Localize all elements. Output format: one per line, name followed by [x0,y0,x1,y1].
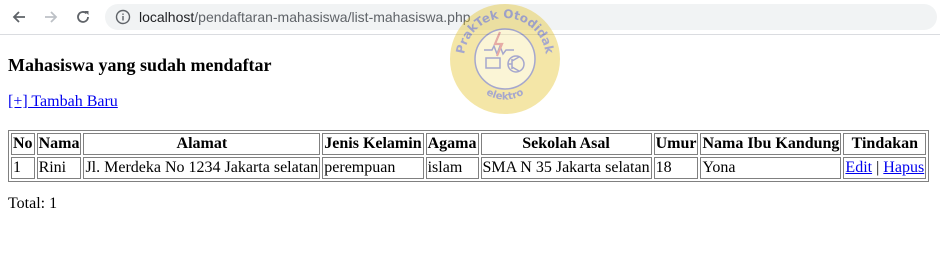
header-jenis-kelamin: Jenis Kelamin [322,133,424,155]
cell-alamat: Jl. Merdeka No 1234 Jakarta selatan [83,157,321,179]
header-tindakan: Tindakan [843,133,927,155]
cell-nama: Rini [36,157,82,179]
cell-nama-ibu: Yona [700,157,842,179]
header-umur: Umur [653,133,699,155]
total-count: Total: 1 [8,195,58,212]
page-title: Mahasiswa yang sudah mendaftar [8,55,272,75]
student-table: No Nama Alamat Jenis Kelamin Agama Sekol… [8,130,930,182]
header-nama: Nama [36,133,82,155]
cell-umur: 18 [653,157,699,179]
page-content: Mahasiswa yang sudah mendaftar [+] Tamba… [0,35,940,255]
reload-icon [77,11,89,23]
cell-agama: islam [425,157,479,179]
url-host: localhost [139,9,195,25]
table-row: 1 Rini Jl. Merdeka No 1234 Jakarta selat… [11,157,927,179]
edit-link[interactable]: Edit [845,159,872,176]
back-button[interactable] [8,7,30,27]
table-header-row: No Nama Alamat Jenis Kelamin Agama Sekol… [11,133,927,155]
header-no: No [11,133,35,155]
url-text[interactable]: localhost/pendaftaran-mahasiswa/list-mah… [139,9,471,25]
info-icon[interactable] [115,9,131,25]
header-nama-ibu-kandung: Nama Ibu Kandung [700,133,842,155]
header-agama: Agama [425,133,479,155]
header-alamat: Alamat [83,133,321,155]
cell-sekolah-asal: SMA N 35 Jakarta selatan [480,157,652,179]
cell-tindakan: Edit | Hapus [843,157,927,179]
address-bar[interactable]: localhost/pendaftaran-mahasiswa/list-mah… [105,4,937,30]
add-new-link[interactable]: [+] Tambah Baru [8,93,118,111]
header-sekolah-asal: Sekolah Asal [480,133,652,155]
delete-link[interactable]: Hapus [883,159,924,176]
url-path: /pendaftaran-mahasiswa/list-mahasiswa.ph… [194,9,471,25]
back-arrow-icon [12,11,25,23]
reload-button[interactable] [72,7,94,27]
forward-button[interactable] [40,7,62,27]
action-separator: | [876,159,880,176]
browser-toolbar: localhost/pendaftaran-mahasiswa/list-mah… [0,0,940,35]
cell-jenis-kelamin: perempuan [322,157,424,179]
forward-arrow-icon [45,11,58,23]
cell-no: 1 [11,157,35,179]
